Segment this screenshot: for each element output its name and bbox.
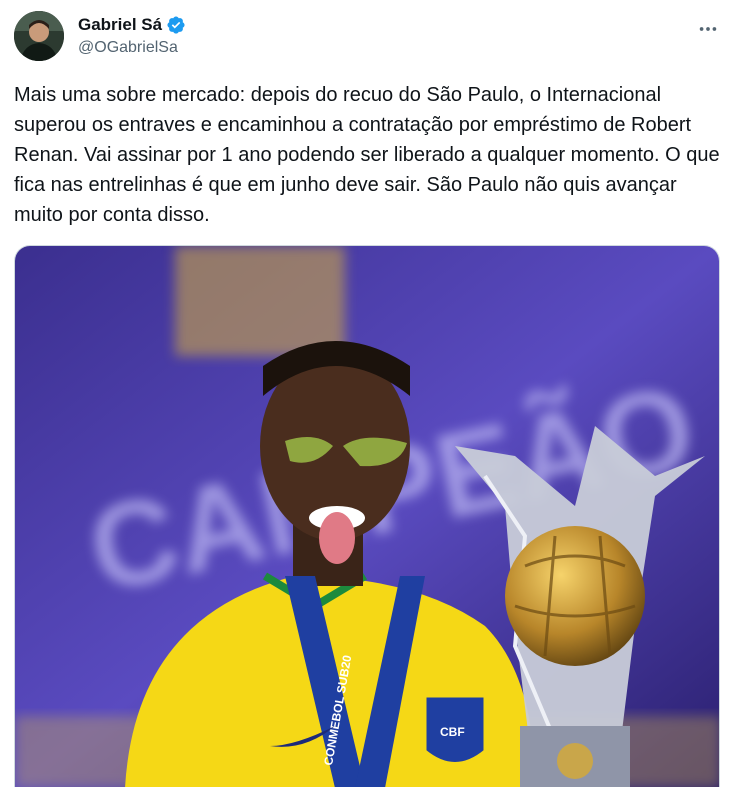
avatar[interactable] bbox=[14, 11, 64, 61]
more-horizontal-icon[interactable] bbox=[696, 17, 720, 41]
crest-text: CBF bbox=[440, 725, 465, 739]
tweet-header: Gabriel Sá @OGabrielSa bbox=[14, 11, 726, 65]
tweet-photo[interactable]: CAMPEÃO CONMEBOL SUB20 CBF bbox=[14, 245, 720, 787]
author-names: Gabriel Sá @OGabrielSa bbox=[78, 14, 186, 57]
display-name[interactable]: Gabriel Sá bbox=[78, 15, 162, 35]
author-handle[interactable]: @OGabrielSa bbox=[78, 39, 186, 57]
verified-badge-icon bbox=[167, 16, 185, 34]
tweet-text: Mais uma sobre mercado: depois do recuo … bbox=[14, 84, 720, 226]
